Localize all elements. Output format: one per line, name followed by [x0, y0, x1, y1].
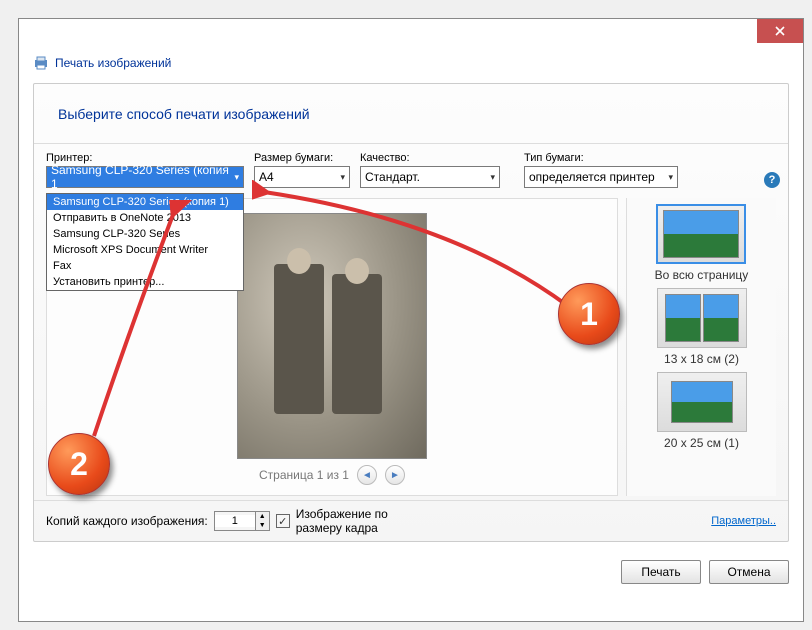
help-icon[interactable]: ? — [764, 172, 780, 188]
close-icon — [775, 26, 785, 36]
button-row: Печать Отмена — [19, 552, 803, 596]
layout-option-13x18[interactable]: 13 x 18 см (2) — [657, 288, 747, 366]
printer-combo[interactable]: Samsung CLP-320 Series (копия 1 ▾ — [46, 166, 244, 188]
copies-label: Копий каждого изображения: — [46, 514, 208, 528]
layout-label: Во всю страницу — [655, 268, 749, 282]
paper-type-label: Тип бумаги: — [524, 152, 678, 164]
paper-type-combo[interactable]: определяется принтер ▾ — [524, 166, 678, 188]
fit-label: Изображение по размеру кадра — [296, 507, 406, 535]
annotation-badge-2: 2 — [48, 433, 110, 495]
copies-spinner[interactable]: ▲▼ — [214, 511, 270, 531]
prev-page-button[interactable]: ◄ — [357, 465, 377, 485]
window-title: Печать изображений — [55, 56, 171, 70]
layout-option-20x25[interactable]: 20 x 25 см (1) — [657, 372, 747, 450]
print-button[interactable]: Печать — [621, 560, 701, 584]
cancel-button[interactable]: Отмена — [709, 560, 789, 584]
quality-label: Качество: — [360, 152, 500, 164]
page-indicator: Страница 1 из 1 — [259, 468, 349, 482]
titlebar — [19, 19, 803, 49]
printer-option[interactable]: Microsoft XPS Document Writer — [47, 242, 243, 258]
quality-combo[interactable]: Стандарт. ▾ — [360, 166, 500, 188]
next-page-button[interactable]: ► — [385, 465, 405, 485]
chevron-down-icon: ▾ — [490, 172, 495, 183]
layout-label: 13 x 18 см (2) — [664, 352, 739, 366]
layouts-pane: Во всю страницу 13 x 18 см (2) 20 x 25 с… — [626, 198, 776, 496]
printer-option[interactable]: Fax — [47, 258, 243, 274]
header-row: Печать изображений — [19, 49, 803, 77]
options-link[interactable]: Параметры.. — [711, 515, 776, 527]
chevron-down-icon: ▾ — [340, 172, 345, 183]
paper-size-combo[interactable]: A4 ▾ — [254, 166, 350, 188]
paper-size-label: Размер бумаги: — [254, 152, 350, 164]
copies-input[interactable] — [215, 515, 255, 527]
layout-option-full[interactable]: Во всю страницу — [655, 204, 749, 282]
instruction-text: Выберите способ печати изображений — [34, 84, 788, 144]
annotation-badge-1: 1 — [558, 283, 620, 345]
pager: Страница 1 из 1 ◄ ► — [259, 465, 405, 485]
printer-option[interactable]: Samsung CLP-320 Series — [47, 226, 243, 242]
close-button[interactable] — [757, 19, 803, 43]
dialog-window: Печать изображений Выберите способ печат… — [18, 18, 804, 622]
fit-checkbox[interactable]: ✓ — [276, 514, 290, 528]
chevron-down-icon: ▾ — [234, 172, 239, 183]
spin-up-icon[interactable]: ▲ — [255, 512, 269, 521]
preview-image — [237, 213, 427, 459]
paper-size-selected: A4 — [259, 170, 274, 184]
footer-row: Копий каждого изображения: ▲▼ ✓ Изображе… — [34, 500, 788, 541]
printer-option[interactable]: Отправить в OneNote 2013 — [47, 210, 243, 226]
chevron-down-icon: ▾ — [668, 172, 673, 183]
printer-dropdown-list: Samsung CLP-320 Series (копия 1) Отправи… — [46, 193, 244, 291]
printer-icon — [33, 55, 49, 71]
printer-selected: Samsung CLP-320 Series (копия 1 — [51, 163, 234, 191]
paper-type-selected: определяется принтер — [529, 170, 655, 184]
printer-option[interactable]: Установить принтер... — [47, 274, 243, 290]
quality-selected: Стандарт. — [365, 170, 420, 184]
printer-option[interactable]: Samsung CLP-320 Series (копия 1) — [47, 194, 243, 210]
spin-down-icon[interactable]: ▼ — [255, 521, 269, 530]
layout-label: 20 x 25 см (1) — [664, 436, 739, 450]
controls-row: Принтер: Samsung CLP-320 Series (копия 1… — [34, 144, 788, 192]
main-panel: Выберите способ печати изображений Принт… — [33, 83, 789, 542]
